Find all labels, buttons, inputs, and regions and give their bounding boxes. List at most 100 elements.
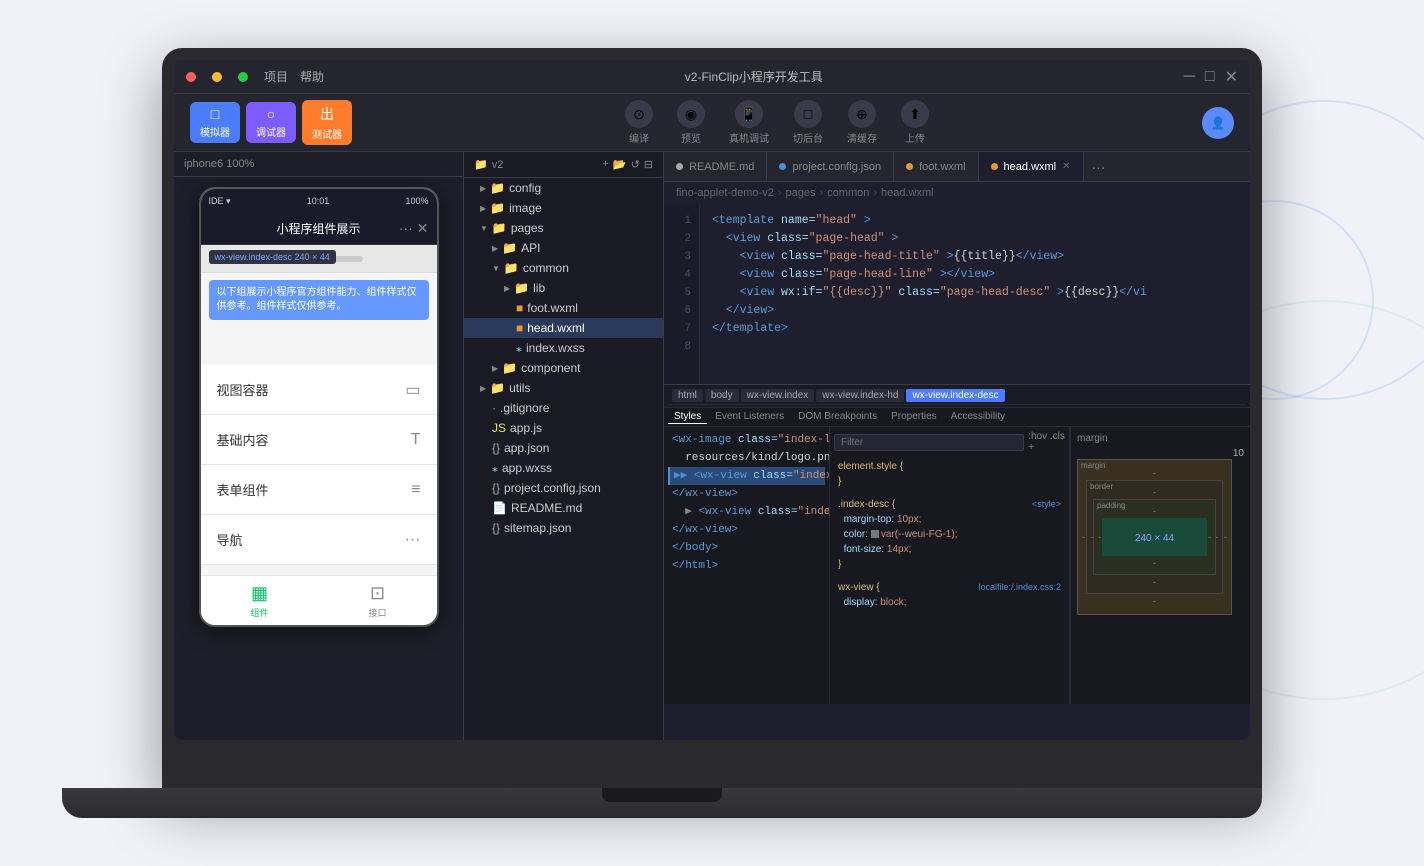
margin-box: margin - - - border - - [1077,459,1232,615]
style-tab-properties[interactable]: Properties [885,410,943,424]
menu-item-help[interactable]: 帮助 [300,68,324,85]
tree-foot-wxml[interactable]: ■ foot.wxml [464,298,663,318]
api-tab-icon: ⊡ [370,583,385,604]
tree-project-config[interactable]: {} project.config.json [464,478,663,498]
style-tab-event-listeners[interactable]: Event Listeners [709,410,790,424]
tree-app-js[interactable]: JS app.js [464,418,663,438]
tab-close-icon[interactable]: ✕ [1062,161,1070,172]
phone-element-tooltip: wx-view.index-desc 240 × 44 [209,250,336,264]
refresh-icon[interactable]: ↺ [631,158,640,171]
minimize-button[interactable] [212,72,222,82]
html-line-html-close: </html> [668,557,825,575]
tree-pages[interactable]: ▼ 📁 pages [464,218,663,238]
elem-tab-wx-view-index[interactable]: wx-view.index [741,389,815,402]
tree-utils[interactable]: ▶ 📁 utils [464,378,663,398]
margin-value: 10 [1077,448,1244,459]
tree-config[interactable]: ▶ 📁 config [464,178,663,198]
collapse-icon[interactable]: ⊟ [644,158,653,171]
line-num-3: 3 [664,248,699,266]
phone-menu-nav[interactable]: 导航 ··· [201,515,437,565]
clear-cache-tool[interactable]: ⊕ 清缓存 [847,100,877,145]
elem-tab-wx-view-index-desc[interactable]: wx-view.index-desc [906,389,1004,402]
style-tab-dom-breakpoints[interactable]: DOM Breakpoints [792,410,883,424]
phone-menu-dots[interactable]: ··· ✕ [399,220,429,237]
phone-menu-view-container[interactable]: 视图容器 ▭ [201,365,437,415]
style-tab-styles[interactable]: Styles [668,410,707,424]
compile-tool[interactable]: ⊙ 编译 [625,100,653,145]
tree-app-wxss[interactable]: ⁎ app.wxss [464,458,663,478]
tab-head-wxml[interactable]: head.wxml ✕ [979,152,1084,181]
menu-item-project[interactable]: 项目 [264,68,288,85]
device-debug-tool[interactable]: 📱 真机调试 [729,100,769,145]
tree-component[interactable]: ▶ 📁 component [464,358,663,378]
user-avatar[interactable]: 👤 [1202,107,1234,139]
html-tree: <wx-image class="index-logo" src="../res… [668,431,825,575]
tree-sitemap[interactable]: {} sitemap.json [464,518,663,538]
laptop-frame: 项目 帮助 v2-FinClip小程序开发工具 ─ □ ✕ □ [162,48,1262,788]
laptop-screen: 项目 帮助 v2-FinClip小程序开发工具 ─ □ ✕ □ [174,60,1250,740]
debugger-button[interactable]: ○ 调试器 [246,102,296,143]
tab-foot-wxml[interactable]: foot.wxml [894,152,978,181]
html-line-index-bd: ▶ <wx-view class="index-bd" >_</wx-view> [668,503,825,521]
code-editor[interactable]: 1 2 3 4 5 6 7 8 <template na [664,204,1250,384]
tree-head-wxml[interactable]: ■ head.wxml [464,318,663,338]
window-controls: 项目 帮助 [186,68,324,85]
html-line-desc-highlighted[interactable]: ▶▶ <wx-view class="index-desc" > 以下展示小程序… [668,467,825,485]
code-content[interactable]: <template name="head" > <view class="pag… [700,204,1250,384]
tree-gitignore[interactable]: · .gitignore [464,398,663,418]
file-tree-header: 📁 v2 + 📂 ↺ ⊟ [464,152,663,178]
upload-label: 上传 [905,130,925,145]
code-line-2: <view class="page-head" > [712,230,1238,248]
tab-readme[interactable]: README.md [664,152,767,181]
tree-app-json[interactable]: {} app.json [464,438,663,458]
upload-tool[interactable]: ⬆ 上传 [901,100,929,145]
new-file-icon[interactable]: + [602,158,608,171]
elem-tab-wx-view-index-hd[interactable]: wx-view.index-hd [816,389,904,402]
background-tool[interactable]: □ 切后台 [793,100,823,145]
minimize-icon[interactable]: ─ [1184,68,1195,86]
background-icon: □ [794,100,822,128]
close-icon[interactable]: ✕ [1225,67,1238,87]
new-folder-icon[interactable]: 📂 [613,158,627,171]
css-rule-index-desc: .index-desc { <style> margin-top: 10px; … [834,495,1065,574]
tree-common[interactable]: ▼ 📁 common [464,258,663,278]
tree-api[interactable]: ▶ 📁 API [464,238,663,258]
compile-icon: ⊙ [625,100,653,128]
tester-button[interactable]: 出 测试器 [302,100,352,145]
tree-index-wxss[interactable]: ⁎ index.wxss [464,338,663,358]
phone-battery: 100% [405,196,428,206]
tree-lib[interactable]: ▶ 📁 lib [464,278,663,298]
html-line-close-wx-view: </wx-view> [668,521,825,539]
tester-label: 测试器 [312,126,342,141]
elem-tab-body[interactable]: body [705,389,739,402]
css-link-wx-view[interactable]: localfile:/.index.css:2 [978,580,1061,595]
margin-bottom-val: - [1086,596,1223,606]
tree-image[interactable]: ▶ 📁 image [464,198,663,218]
phone-tab-component[interactable]: ▦ 组件 [201,576,319,625]
padding-bottom-val: - [1100,558,1209,568]
html-line-close-view: </wx-view> [668,485,825,503]
box-model-diagram: margin - - - border - - [1077,459,1232,615]
tree-readme[interactable]: 📄 README.md [464,498,663,518]
clear-cache-label: 清缓存 [847,130,877,145]
maximize-icon[interactable]: □ [1205,68,1215,86]
preview-tool[interactable]: ◉ 预览 [677,100,705,145]
style-filter-input[interactable] [834,434,1024,451]
breadcrumb-sep-1: › [778,187,782,199]
tester-icon: 出 [320,104,334,124]
simulator-button[interactable]: □ 模拟器 [190,102,240,143]
close-button[interactable] [186,72,196,82]
phone-menu-basic-content[interactable]: 基础内容 T [201,415,437,465]
tab-project-config[interactable]: project.config.json [767,152,894,181]
margin-top-val: - [1086,468,1223,478]
style-tab-accessibility[interactable]: Accessibility [945,410,1011,424]
phone-menu-form[interactable]: 表单组件 ≡ [201,465,437,515]
compile-label: 编译 [629,130,649,145]
tab-more-button[interactable]: ··· [1084,159,1114,175]
elem-tab-html[interactable]: html [672,389,703,402]
content-box: 240 × 44 [1102,518,1207,556]
phone-tab-api[interactable]: ⊡ 接口 [319,576,437,625]
html-line-body-close: </body> [668,539,825,557]
maximize-button[interactable] [238,72,248,82]
debugger-label: 调试器 [256,124,286,139]
